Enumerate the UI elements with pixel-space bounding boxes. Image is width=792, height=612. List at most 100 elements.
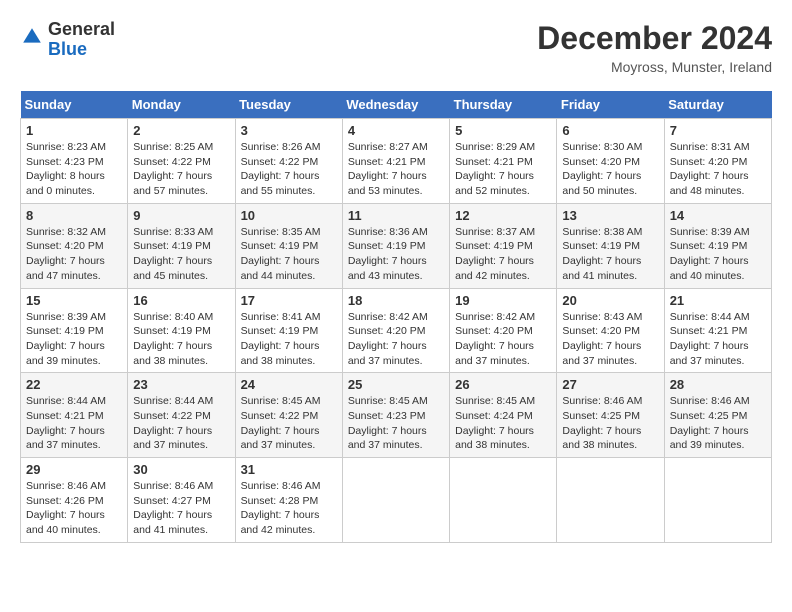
day-number: 2	[133, 123, 229, 138]
day-info: Sunrise: 8:44 AM Sunset: 4:22 PM Dayligh…	[133, 394, 229, 453]
day-info: Sunrise: 8:37 AM Sunset: 4:19 PM Dayligh…	[455, 225, 551, 284]
calendar-cell: 24 Sunrise: 8:45 AM Sunset: 4:22 PM Dayl…	[235, 373, 342, 458]
calendar-cell: 2 Sunrise: 8:25 AM Sunset: 4:22 PM Dayli…	[128, 119, 235, 204]
day-number: 30	[133, 462, 229, 477]
day-number: 22	[26, 377, 122, 392]
day-info: Sunrise: 8:30 AM Sunset: 4:20 PM Dayligh…	[562, 140, 658, 199]
calendar-cell: 23 Sunrise: 8:44 AM Sunset: 4:22 PM Dayl…	[128, 373, 235, 458]
day-info: Sunrise: 8:27 AM Sunset: 4:21 PM Dayligh…	[348, 140, 444, 199]
day-info: Sunrise: 8:38 AM Sunset: 4:19 PM Dayligh…	[562, 225, 658, 284]
title-area: December 2024 Moyross, Munster, Ireland	[537, 20, 772, 75]
calendar-cell	[557, 458, 664, 543]
day-number: 10	[241, 208, 337, 223]
day-info: Sunrise: 8:41 AM Sunset: 4:19 PM Dayligh…	[241, 310, 337, 369]
calendar-cell: 17 Sunrise: 8:41 AM Sunset: 4:19 PM Dayl…	[235, 288, 342, 373]
calendar-week-row: 8 Sunrise: 8:32 AM Sunset: 4:20 PM Dayli…	[21, 203, 772, 288]
day-info: Sunrise: 8:35 AM Sunset: 4:19 PM Dayligh…	[241, 225, 337, 284]
day-number: 19	[455, 293, 551, 308]
day-info: Sunrise: 8:40 AM Sunset: 4:19 PM Dayligh…	[133, 310, 229, 369]
day-number: 23	[133, 377, 229, 392]
day-info: Sunrise: 8:39 AM Sunset: 4:19 PM Dayligh…	[26, 310, 122, 369]
calendar-week-row: 29 Sunrise: 8:46 AM Sunset: 4:26 PM Dayl…	[21, 458, 772, 543]
calendar-week-row: 22 Sunrise: 8:44 AM Sunset: 4:21 PM Dayl…	[21, 373, 772, 458]
day-info: Sunrise: 8:33 AM Sunset: 4:19 PM Dayligh…	[133, 225, 229, 284]
day-number: 20	[562, 293, 658, 308]
day-info: Sunrise: 8:45 AM Sunset: 4:22 PM Dayligh…	[241, 394, 337, 453]
weekday-header: Wednesday	[342, 91, 449, 119]
calendar-cell: 29 Sunrise: 8:46 AM Sunset: 4:26 PM Dayl…	[21, 458, 128, 543]
calendar-cell: 18 Sunrise: 8:42 AM Sunset: 4:20 PM Dayl…	[342, 288, 449, 373]
day-info: Sunrise: 8:23 AM Sunset: 4:23 PM Dayligh…	[26, 140, 122, 199]
day-number: 26	[455, 377, 551, 392]
day-number: 9	[133, 208, 229, 223]
day-number: 31	[241, 462, 337, 477]
day-info: Sunrise: 8:43 AM Sunset: 4:20 PM Dayligh…	[562, 310, 658, 369]
day-info: Sunrise: 8:46 AM Sunset: 4:27 PM Dayligh…	[133, 479, 229, 538]
calendar-cell: 16 Sunrise: 8:40 AM Sunset: 4:19 PM Dayl…	[128, 288, 235, 373]
day-number: 7	[670, 123, 766, 138]
calendar-cell: 10 Sunrise: 8:35 AM Sunset: 4:19 PM Dayl…	[235, 203, 342, 288]
day-number: 8	[26, 208, 122, 223]
logo-blue: Blue	[48, 40, 115, 60]
calendar-cell: 13 Sunrise: 8:38 AM Sunset: 4:19 PM Dayl…	[557, 203, 664, 288]
day-number: 13	[562, 208, 658, 223]
calendar-cell: 30 Sunrise: 8:46 AM Sunset: 4:27 PM Dayl…	[128, 458, 235, 543]
day-number: 15	[26, 293, 122, 308]
calendar-week-row: 15 Sunrise: 8:39 AM Sunset: 4:19 PM Dayl…	[21, 288, 772, 373]
day-number: 16	[133, 293, 229, 308]
calendar-cell: 5 Sunrise: 8:29 AM Sunset: 4:21 PM Dayli…	[450, 119, 557, 204]
month-title: December 2024	[537, 20, 772, 57]
header: General Blue December 2024 Moyross, Muns…	[20, 20, 772, 75]
logo-icon	[20, 25, 44, 49]
calendar-cell: 4 Sunrise: 8:27 AM Sunset: 4:21 PM Dayli…	[342, 119, 449, 204]
logo-general: General	[48, 20, 115, 40]
calendar-cell: 14 Sunrise: 8:39 AM Sunset: 4:19 PM Dayl…	[664, 203, 771, 288]
calendar-week-row: 1 Sunrise: 8:23 AM Sunset: 4:23 PM Dayli…	[21, 119, 772, 204]
calendar-cell: 25 Sunrise: 8:45 AM Sunset: 4:23 PM Dayl…	[342, 373, 449, 458]
calendar-cell: 28 Sunrise: 8:46 AM Sunset: 4:25 PM Dayl…	[664, 373, 771, 458]
weekday-header: Saturday	[664, 91, 771, 119]
calendar-table: SundayMondayTuesdayWednesdayThursdayFrid…	[20, 91, 772, 543]
day-info: Sunrise: 8:45 AM Sunset: 4:24 PM Dayligh…	[455, 394, 551, 453]
day-number: 17	[241, 293, 337, 308]
day-number: 25	[348, 377, 444, 392]
day-number: 3	[241, 123, 337, 138]
day-number: 18	[348, 293, 444, 308]
weekday-header: Thursday	[450, 91, 557, 119]
day-number: 28	[670, 377, 766, 392]
day-info: Sunrise: 8:31 AM Sunset: 4:20 PM Dayligh…	[670, 140, 766, 199]
calendar-cell: 9 Sunrise: 8:33 AM Sunset: 4:19 PM Dayli…	[128, 203, 235, 288]
calendar-cell	[664, 458, 771, 543]
calendar-cell: 21 Sunrise: 8:44 AM Sunset: 4:21 PM Dayl…	[664, 288, 771, 373]
weekday-header: Monday	[128, 91, 235, 119]
day-info: Sunrise: 8:46 AM Sunset: 4:25 PM Dayligh…	[670, 394, 766, 453]
calendar-cell	[450, 458, 557, 543]
day-info: Sunrise: 8:25 AM Sunset: 4:22 PM Dayligh…	[133, 140, 229, 199]
weekday-header: Tuesday	[235, 91, 342, 119]
day-number: 21	[670, 293, 766, 308]
day-info: Sunrise: 8:29 AM Sunset: 4:21 PM Dayligh…	[455, 140, 551, 199]
day-info: Sunrise: 8:39 AM Sunset: 4:19 PM Dayligh…	[670, 225, 766, 284]
day-number: 24	[241, 377, 337, 392]
calendar-cell: 1 Sunrise: 8:23 AM Sunset: 4:23 PM Dayli…	[21, 119, 128, 204]
calendar-cell: 12 Sunrise: 8:37 AM Sunset: 4:19 PM Dayl…	[450, 203, 557, 288]
day-info: Sunrise: 8:42 AM Sunset: 4:20 PM Dayligh…	[455, 310, 551, 369]
calendar-cell: 22 Sunrise: 8:44 AM Sunset: 4:21 PM Dayl…	[21, 373, 128, 458]
day-info: Sunrise: 8:32 AM Sunset: 4:20 PM Dayligh…	[26, 225, 122, 284]
weekday-header: Friday	[557, 91, 664, 119]
calendar-cell: 15 Sunrise: 8:39 AM Sunset: 4:19 PM Dayl…	[21, 288, 128, 373]
calendar-header-row: SundayMondayTuesdayWednesdayThursdayFrid…	[21, 91, 772, 119]
calendar-cell: 7 Sunrise: 8:31 AM Sunset: 4:20 PM Dayli…	[664, 119, 771, 204]
calendar-cell: 20 Sunrise: 8:43 AM Sunset: 4:20 PM Dayl…	[557, 288, 664, 373]
day-number: 5	[455, 123, 551, 138]
day-number: 27	[562, 377, 658, 392]
calendar-cell: 6 Sunrise: 8:30 AM Sunset: 4:20 PM Dayli…	[557, 119, 664, 204]
day-number: 14	[670, 208, 766, 223]
day-number: 4	[348, 123, 444, 138]
day-number: 6	[562, 123, 658, 138]
day-info: Sunrise: 8:46 AM Sunset: 4:26 PM Dayligh…	[26, 479, 122, 538]
day-number: 12	[455, 208, 551, 223]
day-info: Sunrise: 8:46 AM Sunset: 4:25 PM Dayligh…	[562, 394, 658, 453]
calendar-cell: 19 Sunrise: 8:42 AM Sunset: 4:20 PM Dayl…	[450, 288, 557, 373]
day-info: Sunrise: 8:36 AM Sunset: 4:19 PM Dayligh…	[348, 225, 444, 284]
